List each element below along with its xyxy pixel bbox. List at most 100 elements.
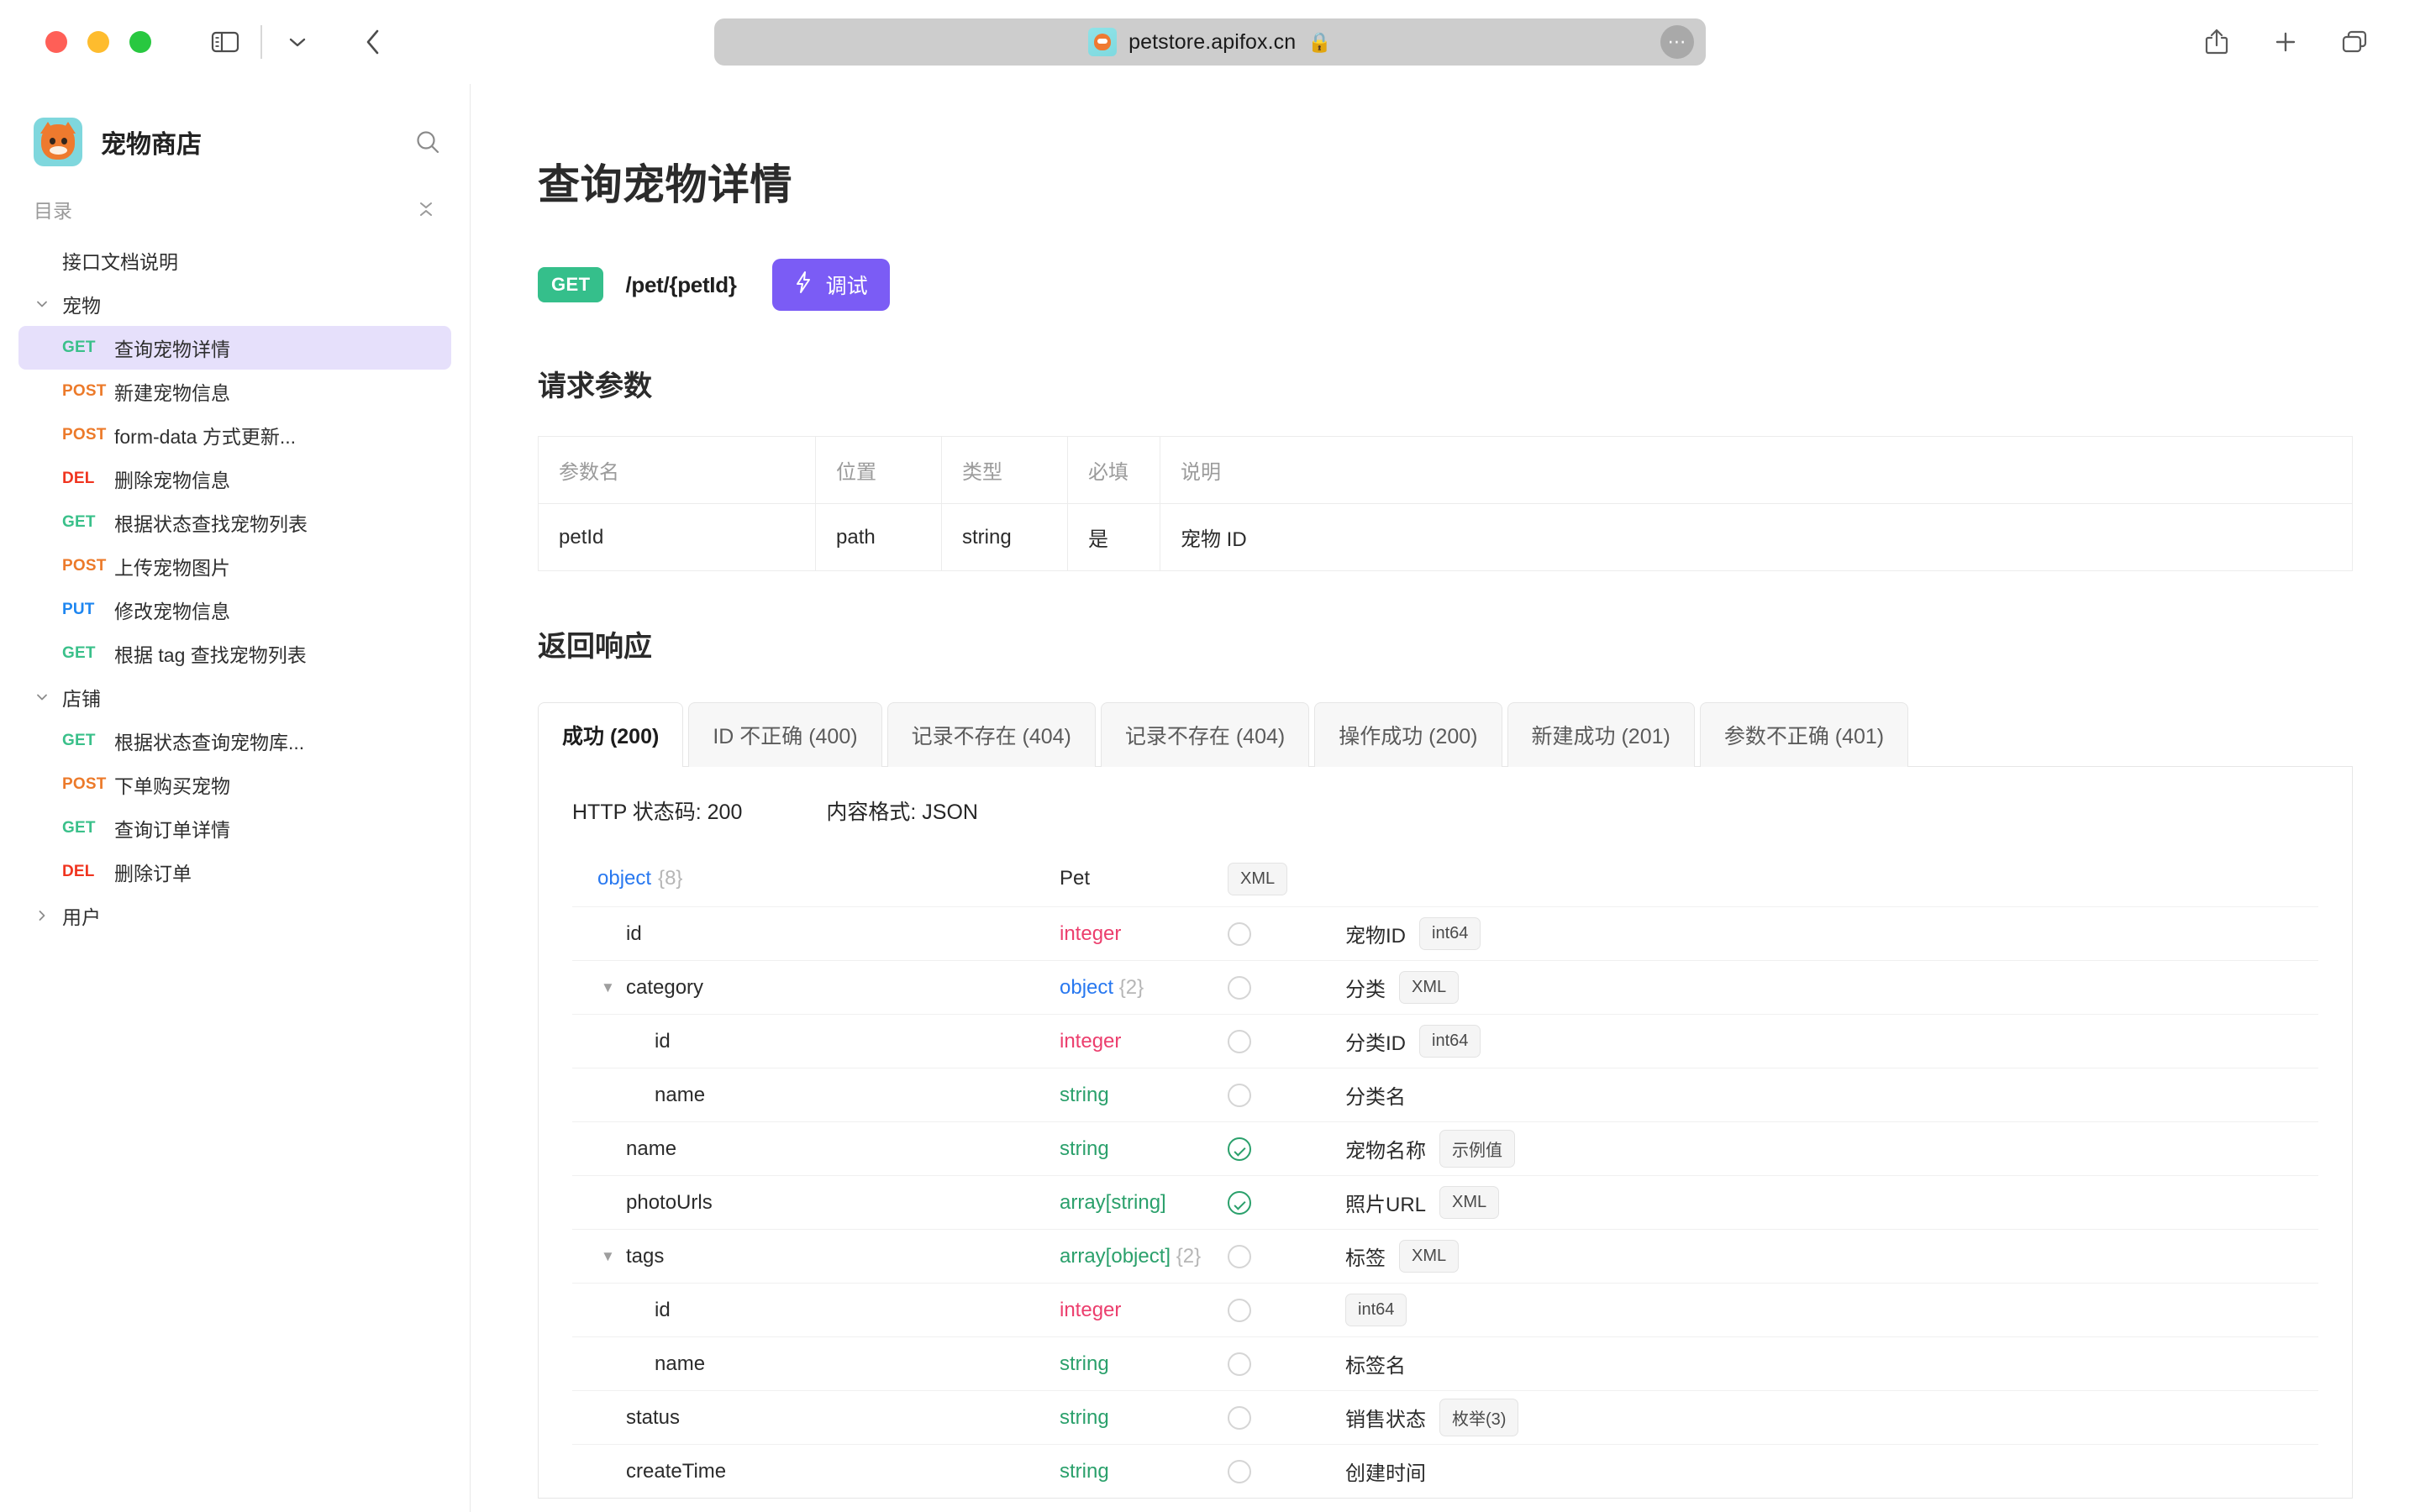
schema-field-type: integer (1060, 1299, 1121, 1321)
schema-field-type: string (1060, 1084, 1109, 1106)
schema-field-chip[interactable]: XML (1399, 971, 1459, 1004)
response-tab-1[interactable]: ID 不正确 (400) (688, 702, 881, 767)
sidebar-toggle-icon[interactable] (202, 20, 249, 64)
method-badge: DEL (62, 470, 114, 488)
method-badge: POST (62, 426, 114, 444)
sidebar-item-label: 根据 tag 查找宠物列表 (114, 639, 307, 668)
sidebar-item-label: 接口文档说明 (62, 246, 178, 275)
chevron-right-icon[interactable] (34, 908, 50, 923)
close-window-button[interactable] (45, 31, 67, 53)
schema-root-row: ▼ object {8} Pet XML (572, 851, 2318, 906)
response-tab-5[interactable]: 新建成功 (201) (1507, 702, 1695, 767)
schema-row: ▼namestring宠物名称示例值 (572, 1121, 2318, 1175)
share-icon[interactable] (2193, 20, 2240, 64)
debug-button[interactable]: 调试 (772, 259, 890, 311)
sidebar-group-15[interactable]: 用户 (18, 894, 451, 937)
schema-field-chip[interactable]: int64 (1345, 1294, 1407, 1326)
plus-icon[interactable] (2262, 20, 2309, 64)
sidebar-item-label: 查询订单详情 (114, 814, 230, 843)
schema-field-chip[interactable]: int64 (1419, 1025, 1481, 1058)
params-col-header: 参数名 (539, 437, 816, 504)
optional-circle-icon (1228, 1352, 1251, 1376)
address-bar[interactable]: petstore.apifox.cn 🔒 ⋯ (714, 18, 1706, 66)
main-content: 查询宠物详情 GET /pet/{petId} 调试 请求参数 (471, 84, 2420, 1512)
sidebar-item-doc-intro[interactable]: 接口文档说明 (18, 239, 451, 282)
method-badge: GET (62, 513, 114, 532)
more-ellipsis-icon[interactable]: ⋯ (1660, 25, 1694, 59)
response-tab-3[interactable]: 记录不存在 (404) (1101, 702, 1309, 767)
sidebar-item-post-3[interactable]: POST新建宠物信息 (18, 370, 451, 413)
response-tab-4[interactable]: 操作成功 (200) (1314, 702, 1502, 767)
sidebar-item-put-8[interactable]: PUT修改宠物信息 (18, 588, 451, 632)
schema-field-name: photoUrls (626, 1191, 713, 1215)
chevron-down-icon[interactable] (34, 297, 50, 312)
required-check-icon (1228, 1137, 1251, 1161)
schema-field-type: array[object] (1060, 1245, 1171, 1268)
schema-field-desc: 标签 (1345, 1242, 1386, 1271)
sidebar-item-get-9[interactable]: GET根据 tag 查找宠物列表 (18, 632, 451, 675)
schema-field-desc: 创建时间 (1345, 1457, 1426, 1486)
sidebar-item-label: 修改宠物信息 (114, 596, 230, 624)
schema-row: ▼idintegerint64 (572, 1283, 2318, 1336)
search-icon[interactable] (414, 129, 441, 155)
sidebar-item-del-5[interactable]: DEL删除宠物信息 (18, 457, 451, 501)
schema-field-type: string (1060, 1352, 1109, 1375)
sidebar-header: 宠物商店 (0, 84, 470, 188)
request-params-title: 请求参数 (538, 363, 2353, 404)
sidebar-item-post-4[interactable]: POSTform-data 方式更新... (18, 413, 451, 457)
toc-header: 目录 (0, 188, 470, 232)
sidebar-item-post-12[interactable]: POST下单购买宠物 (18, 763, 451, 806)
schema-field-chip[interactable]: XML (1439, 1186, 1499, 1219)
address-url-text: petstore.apifox.cn (1128, 30, 1296, 55)
caret-placeholder: ▼ (601, 1141, 626, 1158)
schema-row: ▼tagsarray[object] {2}标签XML (572, 1229, 2318, 1283)
sidebar-item-get-11[interactable]: GET根据状态查询宠物库... (18, 719, 451, 763)
minimize-window-button[interactable] (87, 31, 109, 53)
caret-down-icon[interactable]: ▼ (601, 1248, 626, 1265)
sidebar-group-1[interactable]: 宠物 (18, 282, 451, 326)
required-check-icon (1228, 1191, 1251, 1215)
schema-root-chip[interactable]: XML (1228, 863, 1287, 895)
sidebar-item-get-13[interactable]: GET查询订单详情 (18, 806, 451, 850)
chevron-down-icon[interactable] (34, 690, 50, 705)
schema-field-chip[interactable]: 枚举(3) (1439, 1399, 1518, 1436)
optional-circle-icon (1228, 976, 1251, 1000)
schema-field-chip[interactable]: XML (1399, 1240, 1459, 1273)
schema-field-type: string (1060, 1406, 1109, 1429)
schema-field-chip[interactable]: 示例值 (1439, 1130, 1515, 1168)
caret-down-icon[interactable]: ▼ (601, 979, 626, 996)
sidebar-item-label: 上传宠物图片 (114, 552, 230, 580)
response-tab-0[interactable]: 成功 (200) (538, 702, 683, 767)
schema-row: ▼categoryobject {2}分类XML (572, 960, 2318, 1014)
schema-field-name: id (655, 1030, 671, 1053)
schema-field-chip[interactable]: int64 (1419, 917, 1481, 950)
sidebar-item-label: 删除订单 (114, 858, 192, 886)
browser-toolbar: petstore.apifox.cn 🔒 ⋯ (0, 0, 2420, 84)
maximize-window-button[interactable] (129, 31, 151, 53)
collapse-all-icon[interactable] (416, 198, 436, 220)
schema-field-count: {2} (1171, 1245, 1201, 1268)
caret-placeholder: ▼ (629, 1087, 655, 1104)
sidebar-item-post-7[interactable]: POST上传宠物图片 (18, 544, 451, 588)
response-tab-6[interactable]: 参数不正确 (401) (1700, 702, 1908, 767)
sidebar-item-del-14[interactable]: DEL删除订单 (18, 850, 451, 894)
schema-field-type: string (1060, 1460, 1109, 1483)
content-type-line: 内容格式: JSON (826, 795, 978, 826)
sidebar-item-label: 根据状态查询宠物库... (114, 727, 304, 755)
schema-root-type: object (597, 867, 651, 890)
sidebar-group-10[interactable]: 店铺 (18, 675, 451, 719)
sidebar-item-get-6[interactable]: GET根据状态查找宠物列表 (18, 501, 451, 544)
response-tab-2[interactable]: 记录不存在 (404) (887, 702, 1096, 767)
sidebar-item-get-2[interactable]: GET查询宠物详情 (18, 326, 451, 370)
lightning-icon (794, 270, 813, 300)
sidebar-item-label: form-data 方式更新... (114, 421, 296, 449)
response-panel: HTTP 状态码: 200 内容格式: JSON ▼ object {8} Pe… (538, 766, 2353, 1499)
caret-placeholder: ▼ (601, 1463, 626, 1480)
chevron-down-icon[interactable] (274, 20, 321, 64)
method-badge: GET (62, 644, 114, 663)
page-title: 查询宠物详情 (538, 151, 2353, 212)
optional-circle-icon (1228, 1460, 1251, 1483)
response-title: 返回响应 (538, 623, 2353, 664)
back-chevron-icon[interactable] (350, 20, 397, 64)
tab-overview-icon[interactable] (2331, 20, 2378, 64)
